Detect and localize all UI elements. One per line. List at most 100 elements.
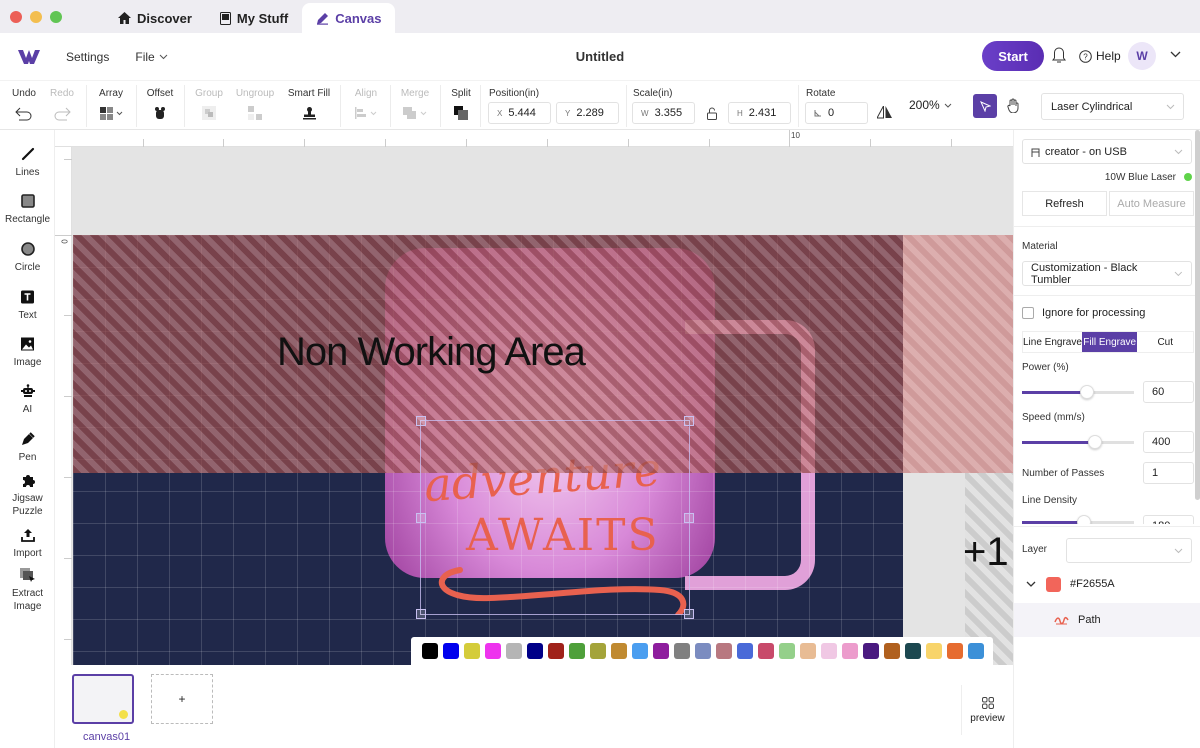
scale-height-input[interactable]: H 2.431	[728, 102, 791, 124]
help-button[interactable]: ? Help	[1079, 49, 1121, 63]
speed-slider[interactable]	[1022, 435, 1134, 449]
start-button[interactable]: Start	[982, 41, 1044, 71]
material-select[interactable]: Customization - Black Tumbler	[1022, 261, 1192, 286]
color-swatch[interactable]	[464, 643, 480, 659]
tool-import[interactable]: Import	[0, 527, 55, 560]
line-density-slider[interactable]	[1022, 515, 1134, 524]
account-chevron-icon[interactable]	[1170, 51, 1181, 58]
split-button[interactable]: Split	[449, 81, 473, 131]
slider-knob[interactable]	[1079, 385, 1094, 399]
device-select[interactable]: creator - on USB	[1022, 139, 1192, 164]
select-tool-button[interactable]	[973, 94, 997, 118]
color-swatch[interactable]	[884, 643, 900, 659]
color-swatch[interactable]	[695, 643, 711, 659]
tool-image[interactable]: Image	[0, 336, 55, 369]
zoom-select[interactable]: 200%	[909, 98, 952, 112]
slider-knob[interactable]	[1076, 515, 1091, 524]
tool-lines[interactable]: Lines	[0, 146, 55, 179]
color-swatch[interactable]	[485, 643, 501, 659]
page-thumbnail[interactable]	[72, 674, 134, 724]
add-canvas-button[interactable]: +	[151, 674, 213, 724]
power-input[interactable]: 60	[1143, 381, 1194, 403]
align-button[interactable]: Align	[352, 81, 380, 131]
panel-scrollbar[interactable]	[1195, 130, 1200, 500]
tab-fill-engrave[interactable]: Fill Engrave	[1081, 332, 1138, 352]
flip-icon[interactable]	[877, 106, 892, 119]
layer-select[interactable]	[1066, 538, 1192, 563]
file-menu[interactable]: File	[135, 50, 168, 64]
color-swatch[interactable]	[947, 643, 963, 659]
minimize-window-button[interactable]	[30, 10, 42, 23]
color-swatch[interactable]	[506, 643, 522, 659]
tool-circle[interactable]: Circle	[0, 241, 55, 274]
refresh-button[interactable]: Refresh	[1022, 191, 1107, 216]
color-swatch[interactable]	[926, 643, 942, 659]
color-swatch[interactable]	[758, 643, 774, 659]
resize-handle-bl[interactable]	[416, 609, 426, 619]
color-swatch[interactable]	[611, 643, 627, 659]
color-swatch[interactable]	[821, 643, 837, 659]
color-swatch[interactable]	[863, 643, 879, 659]
line-density-input[interactable]: 180	[1143, 515, 1194, 524]
maximize-window-button[interactable]	[50, 10, 62, 23]
offset-button[interactable]: Offset	[144, 81, 176, 131]
resize-handle-tl[interactable]	[416, 416, 426, 426]
tool-text[interactable]: Text	[0, 289, 55, 322]
ignore-processing-checkbox[interactable]: Ignore for processing	[1022, 307, 1145, 319]
resize-handle-tr[interactable]	[684, 416, 694, 426]
scale-width-input[interactable]: W 3.355	[632, 102, 695, 124]
user-avatar[interactable]: W	[1128, 42, 1156, 70]
color-swatch[interactable]	[632, 643, 648, 659]
color-swatch[interactable]	[779, 643, 795, 659]
array-button[interactable]: Array	[96, 81, 126, 131]
hand-icon[interactable]	[1007, 98, 1020, 113]
color-swatch[interactable]	[548, 643, 564, 659]
settings-menu[interactable]: Settings	[66, 50, 109, 64]
color-swatch[interactable]	[800, 643, 816, 659]
merge-button[interactable]: Merge	[399, 81, 431, 131]
color-swatch[interactable]	[569, 643, 585, 659]
chevron-down-icon[interactable]	[1026, 581, 1036, 587]
auto-measure-button[interactable]: Auto Measure	[1109, 191, 1194, 216]
group-button[interactable]: Group	[194, 81, 224, 131]
color-swatch[interactable]	[968, 643, 984, 659]
color-swatch[interactable]	[422, 643, 438, 659]
tool-rectangle[interactable]: Rectangle	[0, 193, 55, 226]
color-swatch[interactable]	[842, 643, 858, 659]
resize-handle-ml[interactable]	[416, 513, 426, 523]
app-logo[interactable]	[18, 49, 40, 64]
layer-color-swatch[interactable]	[1046, 576, 1061, 592]
resize-handle-mr[interactable]	[684, 513, 694, 523]
design-canvas[interactable]: +1 adventure AWAITS Non Working Area 10	[55, 130, 1013, 665]
smart-fill-button[interactable]: Smart Fill	[287, 81, 331, 131]
ungroup-button[interactable]: Ungroup	[236, 81, 274, 131]
color-swatch[interactable]	[716, 643, 732, 659]
machine-mode-select[interactable]: Laser Cylindrical	[1041, 93, 1184, 120]
tool-extract-image[interactable]: Extract Image	[0, 567, 55, 613]
close-window-button[interactable]	[10, 10, 22, 23]
layer-row[interactable]: #F2655A	[1014, 567, 1200, 601]
position-x-input[interactable]: X 5.444	[488, 102, 551, 124]
color-swatch[interactable]	[653, 643, 669, 659]
color-swatch[interactable]	[443, 643, 459, 659]
position-y-input[interactable]: Y 2.289	[556, 102, 619, 124]
color-swatch[interactable]	[674, 643, 690, 659]
resize-handle-br[interactable]	[684, 609, 694, 619]
tab-canvas[interactable]: Canvas	[302, 3, 396, 33]
power-slider[interactable]	[1022, 385, 1134, 399]
slider-knob[interactable]	[1087, 435, 1102, 449]
tab-discover[interactable]: Discover	[104, 3, 206, 33]
tool-jigsaw-puzzle[interactable]: Jigsaw Puzzle	[0, 472, 55, 518]
speed-input[interactable]: 400	[1143, 431, 1194, 453]
tab-line-engrave[interactable]: Line Engrave	[1023, 332, 1082, 352]
color-swatch[interactable]	[527, 643, 543, 659]
bell-icon[interactable]	[1052, 47, 1066, 64]
color-swatch[interactable]	[590, 643, 606, 659]
tab-cut[interactable]: Cut	[1137, 332, 1193, 352]
layer-child-row[interactable]: Path	[1014, 603, 1200, 637]
selection-box[interactable]	[416, 416, 694, 619]
passes-input[interactable]: 1	[1143, 462, 1194, 484]
color-swatch[interactable]	[737, 643, 753, 659]
rotate-input[interactable]: 0	[805, 102, 868, 124]
preview-button[interactable]: preview	[961, 685, 1013, 735]
